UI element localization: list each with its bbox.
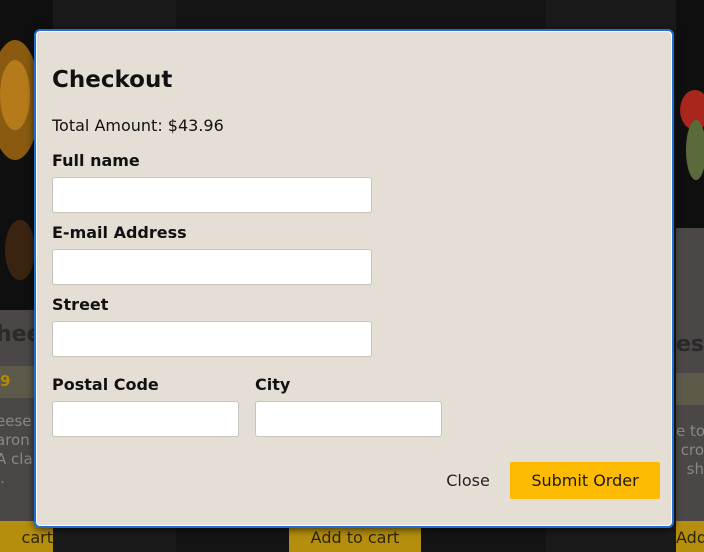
meal-price: 9 [0, 372, 11, 390]
full-name-input[interactable] [52, 177, 372, 213]
meal-image [676, 0, 704, 228]
city-input[interactable] [255, 401, 442, 437]
postal-code-label: Postal Code [52, 375, 159, 394]
postal-code-input[interactable] [52, 401, 239, 437]
city-label: City [255, 375, 291, 394]
meal-description: e to cro sh [676, 422, 704, 478]
email-input[interactable] [52, 249, 372, 285]
price-bar [676, 373, 704, 405]
meal-description: eese aron A cla l. [0, 412, 33, 487]
street-input[interactable] [52, 321, 372, 357]
full-name-label: Full name [52, 151, 140, 170]
total-amount: Total Amount: $43.96 [52, 116, 224, 135]
meal-title: es [676, 332, 704, 357]
close-button[interactable]: Close [436, 462, 500, 498]
add-to-cart-button[interactable]: Add [676, 521, 704, 552]
email-label: E-mail Address [52, 223, 187, 242]
modal-title: Checkout [52, 67, 173, 93]
checkout-modal: Checkout Total Amount: $43.96 Full name … [34, 29, 674, 528]
street-label: Street [52, 295, 109, 314]
meal-card-right: es e to cro sh Add [676, 0, 704, 552]
submit-order-button[interactable]: Submit Order [510, 462, 660, 499]
